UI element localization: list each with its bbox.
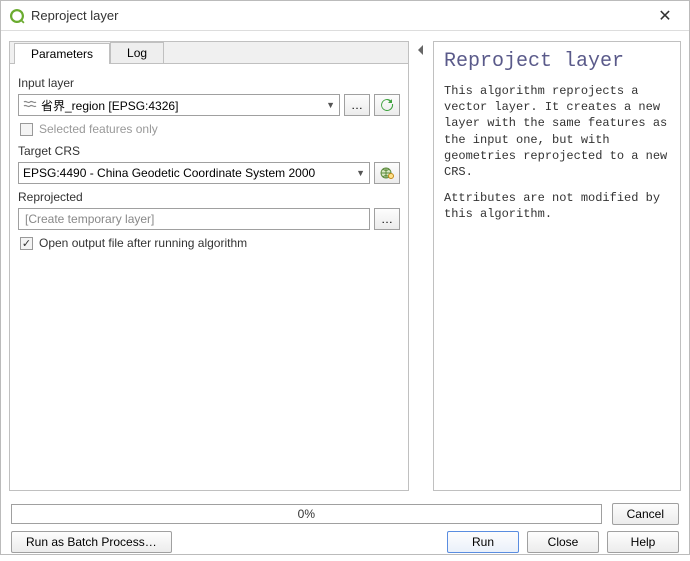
target-crs-label: Target CRS [18, 144, 400, 158]
help-paragraph-1: This algorithm reprojects a vector layer… [444, 83, 670, 180]
help-title: Reproject layer [444, 50, 670, 73]
footer: 0% Cancel Run as Batch Process… Run Clos… [1, 497, 689, 561]
input-layer-value: 省界_region [EPSG:4326] [41, 97, 178, 114]
open-output-checkbox[interactable] [20, 237, 33, 250]
content-area: Parameters Log Input layer 省界_region [EP… [1, 31, 689, 497]
reload-button[interactable] [374, 94, 400, 116]
reload-icon [380, 98, 394, 112]
crs-globe-icon [379, 165, 395, 181]
selected-features-label: Selected features only [39, 122, 158, 136]
input-layer-label: Input layer [18, 76, 400, 90]
tab-content: Input layer 省界_region [EPSG:4326] ▼ … Se… [10, 64, 408, 490]
qgis-icon [9, 8, 25, 24]
close-button[interactable]: Close [527, 531, 599, 553]
batch-button[interactable]: Run as Batch Process… [11, 531, 172, 553]
tabs: Parameters Log [10, 42, 408, 64]
selected-features-checkbox [20, 123, 33, 136]
output-label: Reprojected [18, 190, 400, 204]
collapse-toggle[interactable] [415, 41, 427, 491]
target-crs-value: EPSG:4490 - China Geodetic Coordinate Sy… [23, 166, 315, 180]
output-field[interactable]: [Create temporary layer] [18, 208, 370, 230]
tab-log[interactable]: Log [110, 42, 164, 63]
cancel-button[interactable]: Cancel [612, 503, 679, 525]
run-button[interactable]: Run [447, 531, 519, 553]
progress-text: 0% [298, 507, 315, 521]
output-placeholder: [Create temporary layer] [25, 212, 154, 226]
chevron-down-icon: ▼ [326, 100, 335, 110]
close-icon[interactable]: ✕ [649, 2, 681, 30]
output-browse-button[interactable]: … [374, 208, 400, 230]
layer-icon [23, 99, 37, 111]
tab-parameters[interactable]: Parameters [14, 43, 110, 64]
chevron-down-icon: ▼ [356, 168, 365, 178]
help-panel: Reproject layer This algorithm reproject… [433, 41, 681, 491]
chevron-left-icon [417, 45, 425, 55]
open-output-label: Open output file after running algorithm [39, 236, 247, 250]
parameters-panel: Parameters Log Input layer 省界_region [EP… [9, 41, 409, 491]
input-layer-combo[interactable]: 省界_region [EPSG:4326] ▼ [18, 94, 340, 116]
titlebar: Reproject layer ✕ [1, 1, 689, 31]
target-crs-combo[interactable]: EPSG:4490 - China Geodetic Coordinate Sy… [18, 162, 370, 184]
help-button[interactable]: Help [607, 531, 679, 553]
crs-picker-button[interactable] [374, 162, 400, 184]
help-paragraph-2: Attributes are not modified by this algo… [444, 190, 670, 222]
input-layer-browse-button[interactable]: … [344, 94, 370, 116]
selected-features-row: Selected features only [20, 122, 400, 136]
window-title: Reproject layer [31, 8, 649, 23]
progress-bar: 0% [11, 504, 602, 524]
open-output-row: Open output file after running algorithm [20, 236, 400, 250]
